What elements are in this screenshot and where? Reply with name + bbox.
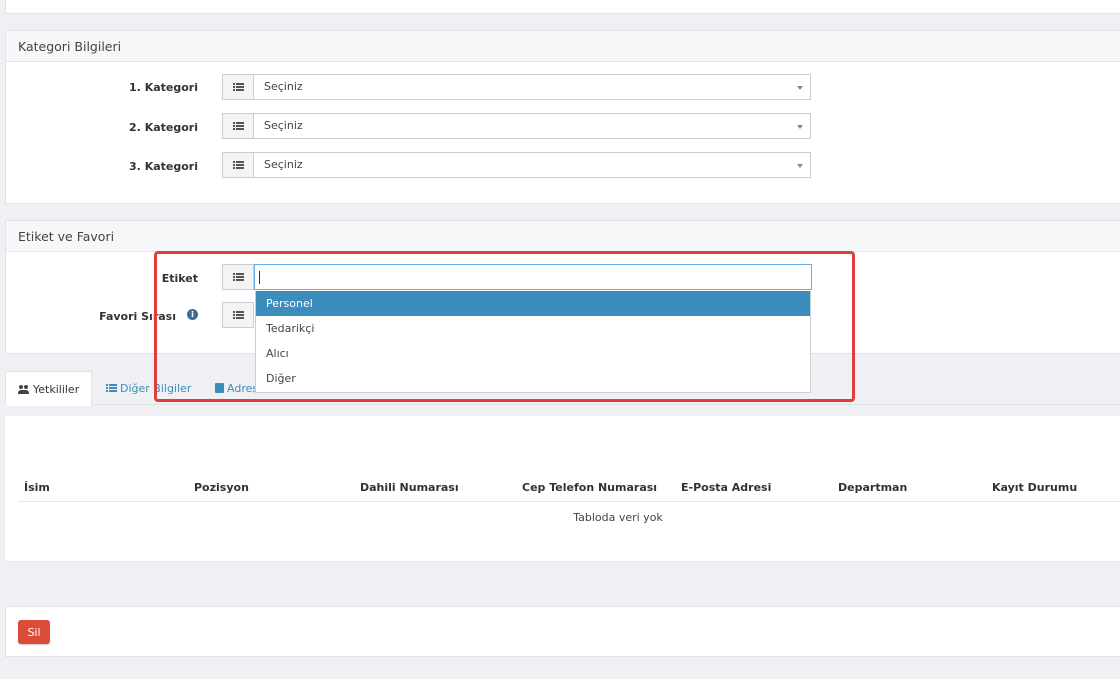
list-icon	[232, 161, 244, 169]
chevron-down-icon	[797, 125, 803, 129]
table-empty-message: Tabloda veri yok	[573, 511, 663, 524]
dropdown-option-tedarikci[interactable]: Tedarikçi	[256, 316, 810, 341]
tab-yetkililer-label: Yetkililer	[33, 383, 80, 396]
chevron-down-icon	[797, 164, 803, 168]
favorite-addon	[222, 302, 254, 328]
column-header-kayit-durumu: Kayıt Durumu	[992, 481, 1078, 494]
list-icon	[232, 83, 244, 91]
column-header-eposta: E-Posta Adresi	[681, 481, 772, 494]
category-2-select[interactable]: Seçiniz	[254, 113, 811, 139]
dropdown-option-diger[interactable]: Diğer	[256, 366, 810, 391]
footer-panel	[5, 606, 1120, 657]
tab-adres[interactable]: Adres	[215, 371, 258, 406]
category-3-select[interactable]: Seçiniz	[254, 152, 811, 178]
info-icon[interactable]: i	[187, 309, 198, 320]
category-2-addon	[222, 113, 254, 139]
chevron-down-icon	[797, 86, 803, 90]
dropdown-option-personel[interactable]: Personel	[256, 291, 810, 316]
column-header-dahili-numarasi: Dahili Numarası	[360, 481, 459, 494]
category-1-value: Seçiniz	[264, 80, 303, 93]
favorite-label: Favori Sırası	[99, 310, 176, 323]
category-2-value: Seçiniz	[264, 119, 303, 132]
category-1-select[interactable]: Seçiniz	[254, 74, 811, 100]
list-icon	[232, 273, 244, 281]
delete-button[interactable]: Sil	[18, 620, 50, 644]
category-3-label: 3. Kategori	[129, 160, 198, 173]
table-header-divider	[18, 501, 1120, 502]
category-2-label: 2. Kategori	[129, 121, 198, 134]
column-header-cep-telefon: Cep Telefon Numarası	[522, 481, 658, 494]
tag-input[interactable]	[254, 264, 812, 290]
list-icon	[106, 384, 117, 392]
category-3-value: Seçiniz	[264, 158, 303, 171]
tag-panel-title: Etiket ve Favori	[6, 221, 1120, 252]
tag-dropdown: Personel Tedarikçi Alıcı Diğer	[255, 291, 811, 393]
contact-card-icon	[215, 383, 224, 393]
dropdown-option-alici[interactable]: Alıcı	[256, 341, 810, 366]
category-1-addon	[222, 74, 254, 100]
top-panel	[5, 0, 1120, 14]
column-header-departman: Departman	[838, 481, 908, 494]
tag-label: Etiket	[161, 272, 198, 285]
tab-adres-label: Adres	[227, 382, 259, 395]
column-header-isim: İsim	[24, 481, 50, 494]
tab-diger-bilgiler-label: Diğer Bilgiler	[120, 382, 192, 395]
category-3-addon	[222, 152, 254, 178]
tab-yetkililer[interactable]: Yetkililer	[5, 371, 92, 406]
tab-diger-bilgiler[interactable]: Diğer Bilgiler	[106, 371, 191, 406]
column-header-pozisyon: Pozisyon	[194, 481, 249, 494]
list-icon	[232, 311, 244, 319]
text-cursor	[259, 270, 260, 284]
tag-addon	[222, 264, 254, 290]
users-icon	[18, 385, 30, 394]
category-panel-title: Kategori Bilgileri	[6, 31, 1120, 62]
category-1-label: 1. Kategori	[129, 81, 198, 94]
list-icon	[232, 122, 244, 130]
